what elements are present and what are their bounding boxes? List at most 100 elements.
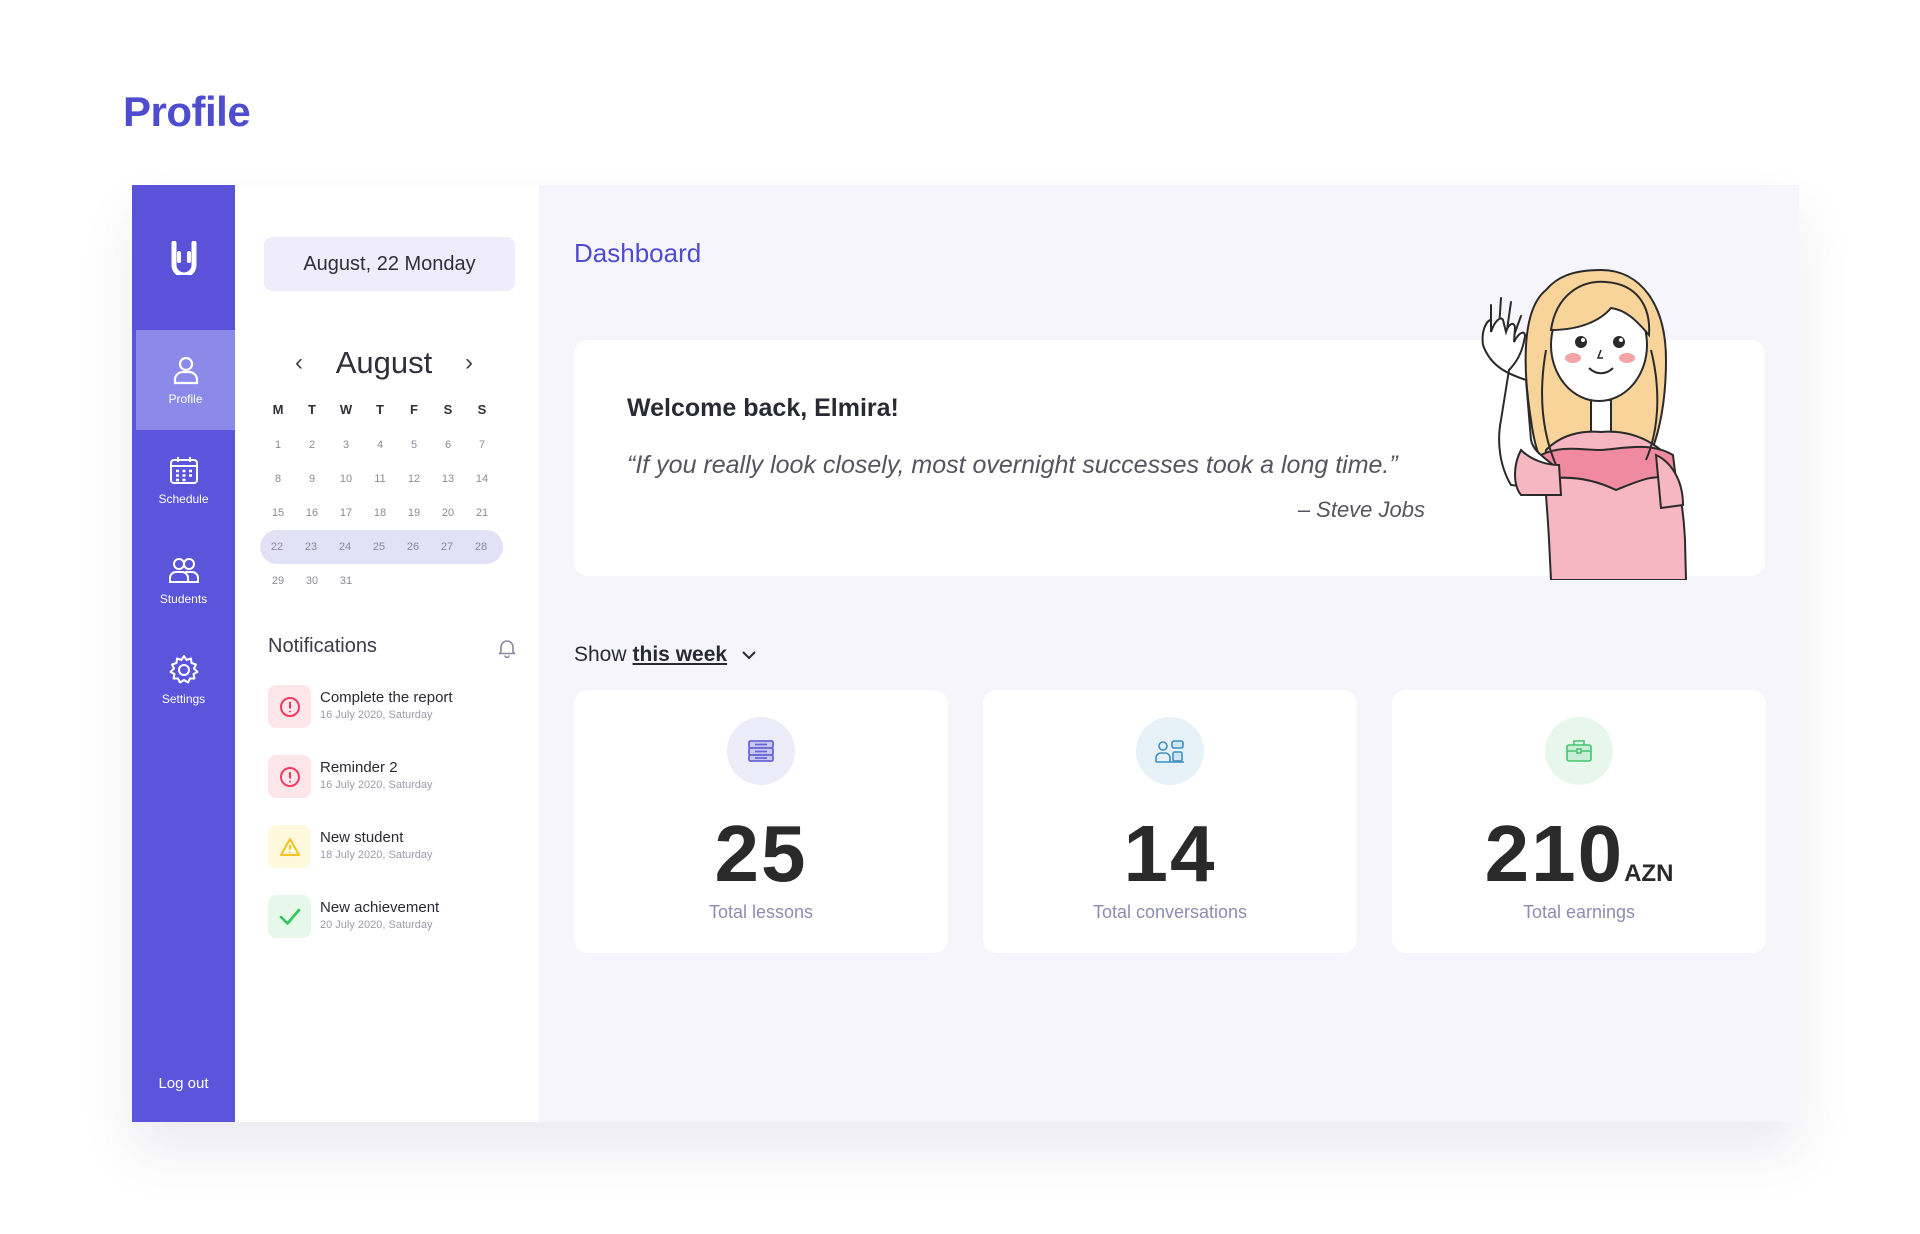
warning-triangle-icon: [268, 825, 311, 868]
calendar-day[interactable]: 24: [328, 541, 362, 553]
gear-icon: [169, 655, 198, 684]
period-filter-value[interactable]: this week: [633, 643, 728, 667]
calendar-day[interactable]: 12: [397, 473, 431, 485]
calendar-day[interactable]: 4: [363, 439, 397, 451]
calendar-day[interactable]: 26: [396, 541, 430, 553]
calendar-day[interactable]: 2: [295, 439, 329, 451]
sidebar-item-students[interactable]: Students: [132, 530, 235, 630]
stat-card-conversations: 14 Total conversations: [983, 690, 1357, 953]
calendar-day[interactable]: 27: [430, 541, 464, 553]
period-filter[interactable]: Show this week: [574, 643, 757, 667]
calendar-week: 15 16 17 18 19 20 21: [261, 496, 499, 530]
calendar-day[interactable]: 14: [465, 473, 499, 485]
quote-author: – Steve Jobs: [1297, 497, 1425, 522]
stat-label: Total conversations: [1092, 902, 1248, 922]
page-heading: Profile: [123, 88, 251, 135]
alert-circle-icon: [268, 755, 311, 798]
calendar-day[interactable]: 6: [431, 439, 465, 451]
stat-unit: AZN: [1624, 860, 1674, 887]
chevron-down-icon[interactable]: [741, 650, 757, 660]
weekday-header: M T W T F S S: [261, 402, 499, 417]
users-icon: [168, 558, 199, 583]
dashboard-main: Dashboard Welcome back, Elmira! “If you …: [539, 185, 1799, 1122]
calendar-day[interactable]: 31: [329, 575, 363, 587]
calendar-day[interactable]: 11: [363, 473, 397, 485]
notification-title: New achievement: [320, 899, 440, 916]
chevron-right-icon[interactable]: ›: [465, 349, 473, 377]
calendar-week: 8 9 10 11 12 13 14: [261, 462, 499, 496]
calendar-day[interactable]: 30: [295, 575, 329, 587]
month-navigation: ‹ August ›: [295, 345, 473, 381]
sidebar-item-label: Profile: [168, 392, 203, 406]
notification-item[interactable]: New achievement 20 July 2020, Saturday: [268, 895, 518, 938]
weekday-label: S: [477, 402, 487, 417]
stat-label: Total earnings: [1522, 902, 1636, 922]
calendar-week: 29 30 31: [261, 564, 363, 598]
notification-item[interactable]: Complete the report 16 July 2020, Saturd…: [268, 685, 518, 728]
logo[interactable]: [132, 185, 235, 330]
notifications-title: Notifications: [268, 635, 377, 657]
sidebar-item-profile[interactable]: Profile: [136, 330, 235, 430]
stat-card-earnings: 210AZN Total earnings: [1392, 690, 1766, 953]
sidebar-item-schedule[interactable]: Schedule: [132, 430, 235, 530]
notification-date: 16 July 2020, Saturday: [320, 709, 433, 721]
calendar-day[interactable]: 15: [261, 507, 295, 519]
check-icon: [268, 895, 311, 938]
calendar-day[interactable]: 5: [397, 439, 431, 451]
app-window: Profile Schedule Students Settings Log o…: [132, 185, 1799, 1122]
notification-title: Reminder 2: [320, 759, 398, 776]
calendar-day[interactable]: 29: [261, 575, 295, 587]
calendar-day[interactable]: 17: [329, 507, 363, 519]
stat-number: 14: [1123, 809, 1217, 898]
calendar-day[interactable]: 13: [431, 473, 465, 485]
logout-button[interactable]: Log out: [132, 1075, 235, 1092]
waving-girl-illustration: [1481, 268, 1688, 580]
sidebar-item-label: Settings: [161, 692, 206, 706]
calendar-day[interactable]: 3: [329, 439, 363, 451]
notification-item[interactable]: Reminder 2 16 July 2020, Saturday: [268, 755, 518, 798]
notification-date: 20 July 2020, Saturday: [320, 919, 433, 931]
dashboard-title: Dashboard: [574, 238, 702, 268]
user-icon: [173, 356, 198, 385]
notification-item[interactable]: New student 18 July 2020, Saturday: [268, 825, 518, 868]
calendar-day[interactable]: 23: [294, 541, 328, 553]
stat-value: 14: [983, 808, 1357, 900]
sidebar-item-settings[interactable]: Settings: [132, 630, 235, 730]
weekday-label: T: [376, 402, 384, 417]
calendar-day[interactable]: 16: [295, 507, 329, 519]
calendar-day[interactable]: 1: [261, 439, 295, 451]
calendar-week-selected[interactable]: 22 23 24 25 26 27 28: [260, 530, 503, 564]
notification-date: 18 July 2020, Saturday: [320, 849, 433, 861]
stat-value: 210AZN: [1392, 808, 1766, 900]
notification-date: 16 July 2020, Saturday: [320, 779, 433, 791]
calendar-day[interactable]: 10: [329, 473, 363, 485]
calendar-day[interactable]: 25: [362, 541, 396, 553]
calendar-panel: August, 22 Monday ‹ August › M T W T F S…: [235, 185, 539, 1122]
bell-icon[interactable]: [498, 638, 516, 658]
calendar-day[interactable]: 28: [464, 541, 498, 553]
calendar-day[interactable]: 8: [261, 473, 295, 485]
sidebar: Profile Schedule Students Settings Log o…: [132, 185, 235, 1122]
calendar-day[interactable]: 22: [260, 541, 294, 553]
stat-label: Total lessons: [708, 902, 814, 922]
calendar-day[interactable]: 21: [465, 507, 499, 519]
calendar-week: 1 2 3 4 5 6 7: [261, 428, 499, 462]
conversations-icon: [1136, 717, 1204, 785]
notification-title: New student: [320, 829, 404, 846]
logo-icon: [171, 240, 196, 275]
sidebar-item-label: Schedule: [158, 492, 209, 506]
welcome-message: Welcome back, Elmira!: [627, 394, 899, 422]
calendar-day[interactable]: 20: [431, 507, 465, 519]
calendar-day[interactable]: 9: [295, 473, 329, 485]
calendar-day[interactable]: 19: [397, 507, 431, 519]
chevron-left-icon[interactable]: ‹: [295, 349, 303, 377]
calendar-day[interactable]: 7: [465, 439, 499, 451]
weekday-label: S: [443, 402, 453, 417]
calendar-icon: [169, 457, 198, 484]
calendar-day[interactable]: 18: [363, 507, 397, 519]
weekday-label: M: [272, 402, 284, 417]
current-date[interactable]: August, 22 Monday: [264, 237, 515, 291]
wallet-icon: [1545, 717, 1613, 785]
stat-number: 25: [714, 809, 808, 898]
period-filter-prefix: Show: [574, 643, 627, 666]
